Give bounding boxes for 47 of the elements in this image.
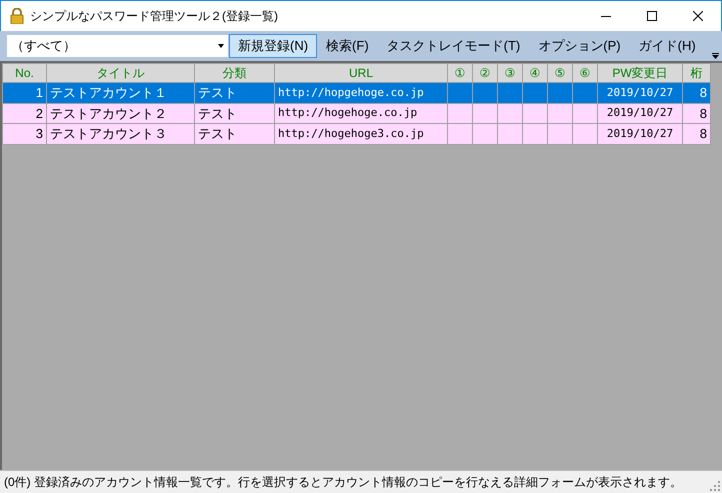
- table-cell: テスト: [198, 106, 237, 120]
- menu-item[interactable]: オプション(P): [529, 34, 630, 58]
- menu-item[interactable]: タスクトレイモード(T): [378, 34, 530, 58]
- table-cell: 8: [700, 126, 707, 141]
- table-row[interactable]: 1 テストアカウント１ テスト http://hopgehoge.co.jp 2019/10/27 8: [2, 82, 710, 103]
- column-header[interactable]: 桁: [682, 64, 710, 82]
- menu-item[interactable]: 新規登録(N): [229, 34, 318, 58]
- column-header[interactable]: 分類: [194, 64, 274, 82]
- table-cell: テスト: [198, 85, 237, 100]
- column-header[interactable]: ⑤: [548, 64, 572, 82]
- table-cell: 1: [36, 85, 43, 100]
- table-row[interactable]: 3 テストアカウント３ テスト http://hogehoge3.co.jp 2019/10/27 8: [2, 124, 710, 144]
- table-cell: 2019/10/27: [606, 106, 674, 119]
- menu-item[interactable]: 検索(F): [317, 34, 378, 58]
- table-cell: http://hopgehoge.co.jp: [278, 86, 424, 98]
- table-cell: テスト: [198, 126, 237, 141]
- table-cell: 2019/10/27: [606, 126, 674, 140]
- dropdown-caret-icon: [218, 44, 224, 48]
- column-header[interactable]: タイトル: [46, 64, 194, 82]
- column-header[interactable]: No.: [2, 64, 46, 82]
- table-cell: 2: [36, 106, 43, 120]
- resize-grip-icon[interactable]: [710, 481, 720, 491]
- table-cell: 8: [700, 85, 707, 100]
- table-cell: 3: [36, 126, 43, 141]
- table-cell: http://hogehoge.co.jp: [278, 106, 418, 119]
- table-row[interactable]: 2 テストアカウント２ テスト http://hogehoge.co.jp 2019/10/27 8: [2, 103, 710, 124]
- overflow-chevron-icon[interactable]: [712, 53, 719, 59]
- window-title: シンプルなパスワード管理ツール２(登録一覧): [30, 8, 278, 25]
- table-cell: http://hogehoge3.co.jp: [278, 126, 424, 140]
- column-header[interactable]: PW変更日: [598, 64, 682, 82]
- close-icon: [693, 11, 703, 21]
- table-cell: 8: [700, 106, 707, 120]
- maximize-icon: [647, 11, 657, 21]
- table-cell: テストアカウント１: [50, 85, 167, 100]
- table-cell: テストアカウント３: [50, 126, 167, 141]
- column-header[interactable]: ⑥: [572, 64, 598, 82]
- column-header[interactable]: ③: [498, 64, 522, 82]
- status-text: (0件) 登録済みのアカウント情報一覧です。行を選択するとアカウント情報のコピーを行なえる詳細フォームが表示されます。: [4, 474, 682, 491]
- menu-item[interactable]: ガイド(H): [630, 34, 705, 58]
- column-header[interactable]: ④: [522, 64, 548, 82]
- padlock-icon: [10, 8, 24, 24]
- column-header[interactable]: ①: [448, 64, 472, 82]
- column-header[interactable]: ②: [472, 64, 498, 82]
- category-dropdown[interactable]: （すべて）: [7, 35, 228, 57]
- table-cell: テストアカウント２: [50, 106, 167, 120]
- table-cell: 2019/10/27: [606, 86, 674, 98]
- column-header[interactable]: URL: [274, 64, 448, 82]
